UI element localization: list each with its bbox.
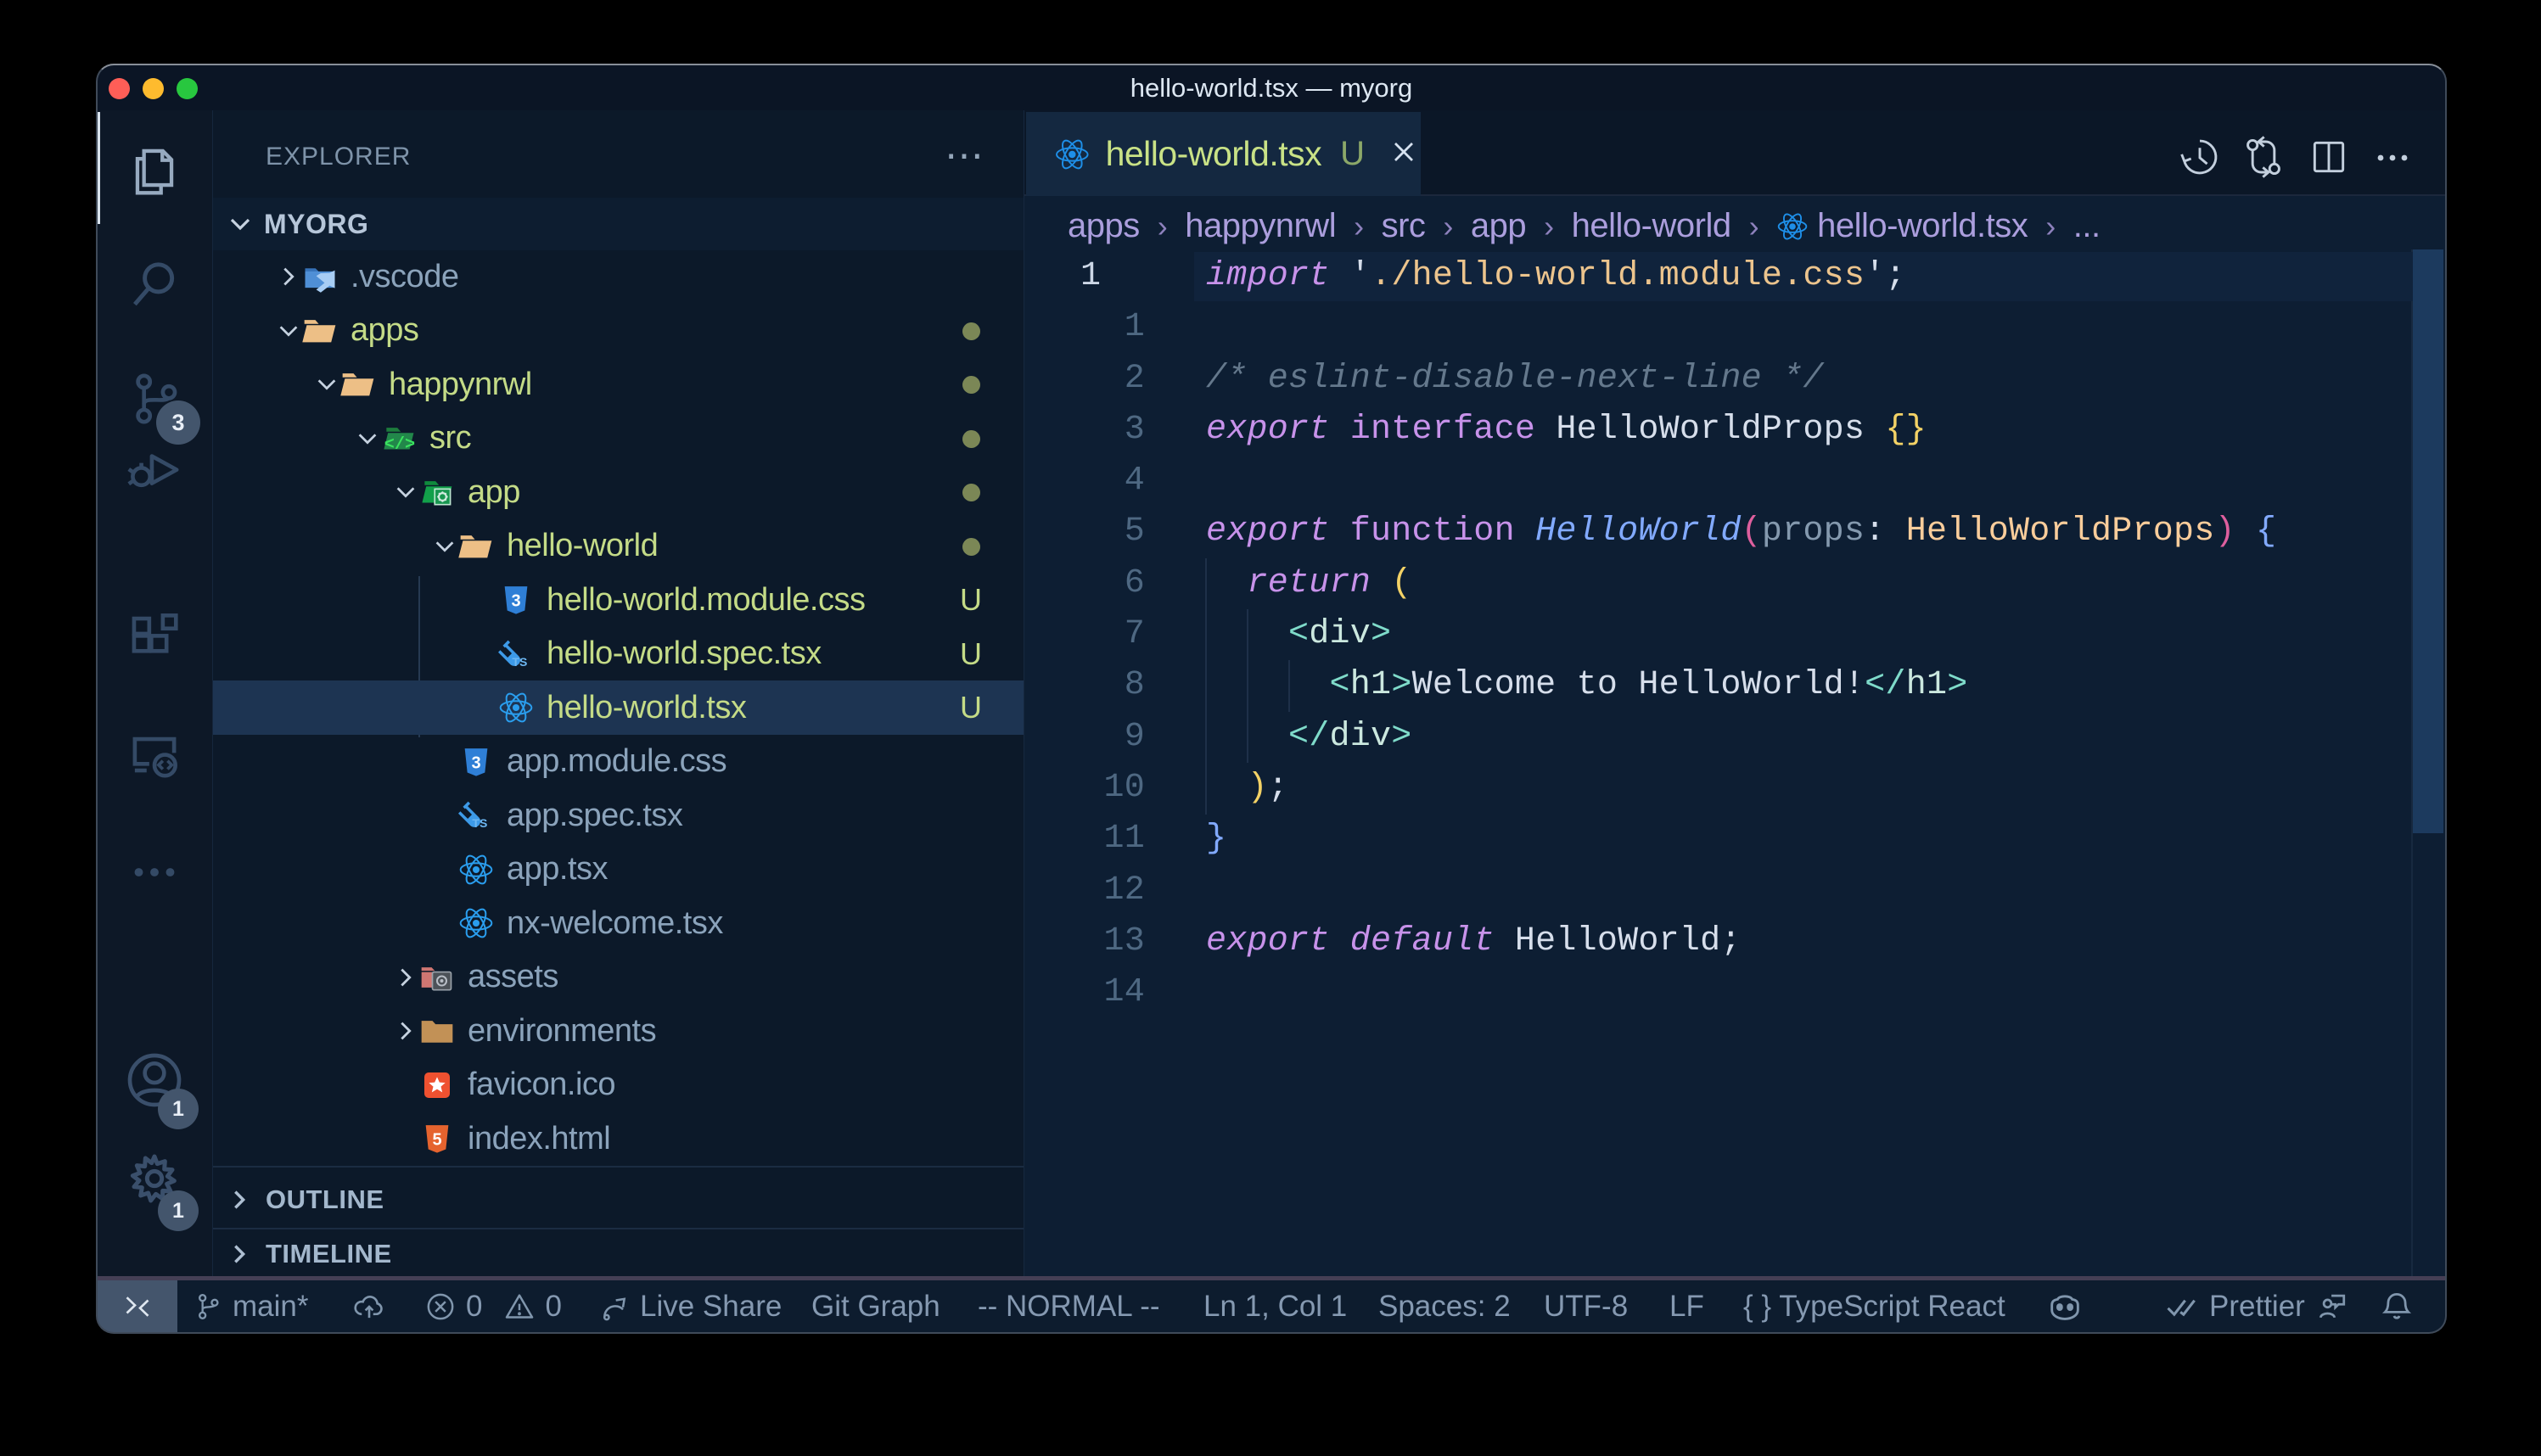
svg-text:TS: TS: [512, 655, 527, 669]
svg-text:3: 3: [471, 753, 480, 772]
svg-text:5: 5: [432, 1131, 441, 1150]
svg-text:</>: </>: [384, 434, 415, 454]
svg-text:TS: TS: [472, 816, 487, 830]
svg-text:3: 3: [511, 592, 520, 611]
